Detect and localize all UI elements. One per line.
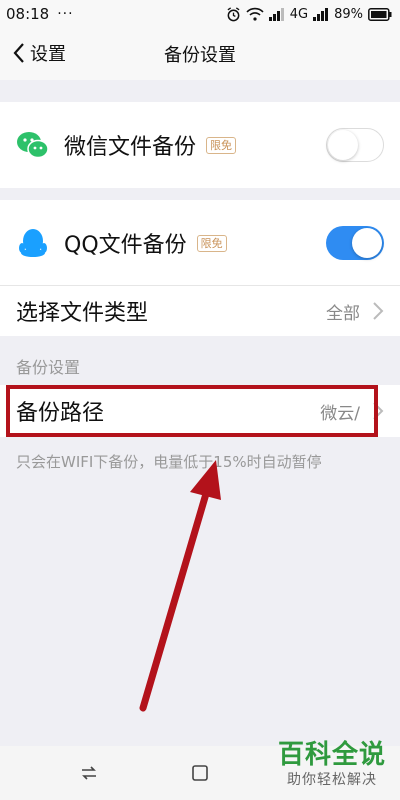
wechat-backup-group: 微信文件备份 限免	[0, 102, 400, 188]
free-badge: 限免	[196, 234, 227, 252]
watermark-subtitle: 助你轻松解决	[286, 772, 377, 788]
watermark-title: 百科全说	[277, 740, 386, 770]
wechat-backup-label: 微信文件备份	[64, 135, 197, 160]
chevron-right-icon	[373, 302, 384, 320]
backup-footnote: 只会在WIFI下备份，电量低于15%时自动暂停	[16, 453, 322, 471]
wechat-backup-row[interactable]: 微信文件备份 限免	[0, 102, 400, 188]
wechat-backup-toggle[interactable]	[326, 128, 384, 162]
page-title: 备份设置	[164, 45, 236, 66]
battery-icon	[368, 7, 392, 21]
free-badge: 限免	[206, 136, 237, 154]
wechat-icon	[17, 132, 49, 159]
signal-icon-2	[313, 7, 329, 21]
qq-penguin-icon	[19, 229, 47, 257]
file-type-value: 全部	[326, 303, 360, 324]
status-bar: 08:18 ··· 4G 89%	[0, 0, 400, 28]
file-type-label: 选择文件类型	[16, 301, 149, 326]
qq-backup-row[interactable]: QQ文件备份 限免	[0, 200, 400, 286]
status-time: 08:18	[6, 5, 50, 23]
back-label: 设置	[30, 44, 66, 65]
navigation-bar: 设置 备份设置	[0, 28, 400, 80]
file-type-row[interactable]: 选择文件类型 全部	[0, 286, 400, 336]
switch-icon[interactable]	[80, 764, 98, 782]
alarm-icon	[227, 6, 240, 21]
watermark-logo: 百科全说 助你轻松解决	[278, 734, 386, 789]
wifi-icon	[246, 7, 264, 21]
section-header: 备份设置	[16, 358, 81, 377]
signal-icon	[268, 7, 284, 21]
highlight-annotation-box	[6, 385, 378, 437]
qq-backup-label: QQ文件备份	[64, 233, 187, 258]
status-dots: ···	[57, 6, 74, 22]
qq-backup-group: QQ文件备份 限免 选择文件类型 全部	[0, 200, 400, 336]
network-type: 4G	[289, 6, 309, 22]
toggle-knob	[328, 130, 358, 160]
chevron-left-icon	[13, 43, 24, 63]
home-square-icon[interactable]	[191, 764, 209, 782]
qq-backup-toggle[interactable]	[326, 226, 384, 260]
battery-percent: 89%	[334, 6, 363, 22]
toggle-knob	[352, 228, 382, 258]
back-button[interactable]: 设置	[12, 40, 66, 66]
